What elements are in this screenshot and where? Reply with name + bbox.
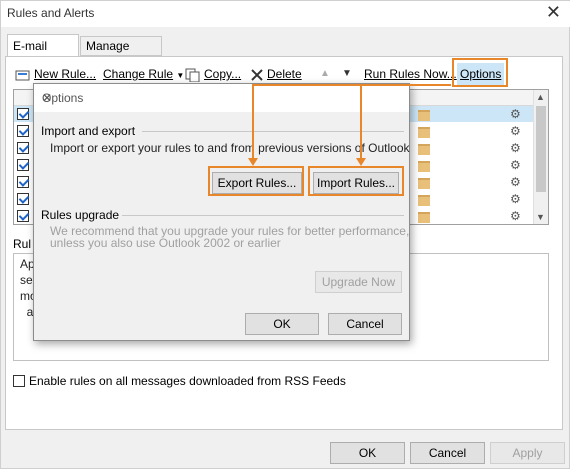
rule-checkbox[interactable] xyxy=(17,176,29,188)
run-rules-now-label: Run Rules Now... xyxy=(364,67,457,81)
folder-icon xyxy=(418,161,430,172)
window-title: Rules and Alerts xyxy=(7,6,95,20)
rule-actions-icon: ⚙ xyxy=(510,192,521,206)
upgrade-now-button[interactable]: Upgrade Now xyxy=(315,271,402,293)
options-cancel-button[interactable]: Cancel xyxy=(328,313,402,335)
rules-list-scrollbar[interactable]: ▲ ▼ xyxy=(533,90,548,224)
copy-icon xyxy=(185,68,200,82)
copy-button[interactable]: Copy... xyxy=(185,65,241,83)
folder-icon xyxy=(418,178,430,189)
cancel-button[interactable]: Cancel xyxy=(410,442,485,464)
delete-button[interactable]: Delete xyxy=(250,65,302,83)
folder-icon xyxy=(418,212,430,223)
rule-description-label: Rul xyxy=(13,237,32,251)
new-rule-label: New Rule... xyxy=(34,67,97,81)
new-rule-icon xyxy=(15,70,30,81)
scroll-down-icon[interactable]: ▼ xyxy=(536,212,545,222)
change-rule-button[interactable]: Change Rule ▼ xyxy=(103,65,184,83)
rule-checkbox[interactable] xyxy=(17,210,29,222)
dropdown-arrow-icon: ▼ xyxy=(176,71,185,80)
scrollbar-thumb[interactable] xyxy=(536,106,546,192)
import-highlight xyxy=(308,166,404,196)
close-icon[interactable]: ✕ xyxy=(42,91,400,105)
rule-checkbox[interactable] xyxy=(17,108,29,120)
delete-label: Delete xyxy=(267,67,302,81)
options-ok-button[interactable]: OK xyxy=(245,313,319,335)
rule-checkbox[interactable] xyxy=(17,193,29,205)
rule-checkbox[interactable] xyxy=(17,142,29,154)
folder-icon xyxy=(418,110,430,121)
import-export-heading: Import and export xyxy=(41,124,136,138)
rule-actions-icon: ⚙ xyxy=(510,124,521,138)
rule-actions-icon: ⚙ xyxy=(510,209,521,223)
rule-actions-icon: ⚙ xyxy=(510,107,521,121)
new-rule-button[interactable]: New Rule... xyxy=(15,65,96,83)
section-divider xyxy=(122,215,404,216)
rss-rules-option[interactable]: Enable rules on all messages downloaded … xyxy=(13,374,346,388)
title-bar: Rules and Alerts ✕ xyxy=(1,1,570,27)
tab-email-rules[interactable]: E-mail Rules xyxy=(7,34,79,75)
folder-icon xyxy=(418,127,430,138)
move-up-icon[interactable]: ▲ xyxy=(320,65,330,83)
export-highlight xyxy=(208,166,304,196)
rule-checkbox[interactable] xyxy=(17,159,29,171)
move-down-icon[interactable]: ▼ xyxy=(342,65,352,83)
apply-button[interactable]: Apply xyxy=(490,442,565,464)
rule-actions-icon: ⚙ xyxy=(510,141,521,155)
folder-icon xyxy=(418,195,430,206)
rule-actions-icon: ⚙ xyxy=(510,158,521,172)
ok-button[interactable]: OK xyxy=(330,442,405,464)
rule-checkbox[interactable] xyxy=(17,125,29,137)
run-rules-now-button[interactable]: Run Rules Now... xyxy=(364,65,457,83)
copy-label: Copy... xyxy=(204,67,242,81)
rss-rules-label: Enable rules on all messages downloaded … xyxy=(29,374,346,388)
rules-and-alerts-window: Rules and Alerts ✕ E-mail Rules Manage A… xyxy=(0,0,570,469)
options-highlight xyxy=(452,58,508,87)
rss-rules-checkbox[interactable] xyxy=(13,375,25,387)
import-export-text: Import or export your rules to and from … xyxy=(50,141,410,155)
options-dialog: Options ✕ Import and export Import or ex… xyxy=(33,83,410,341)
rules-upgrade-heading: Rules upgrade xyxy=(41,208,120,222)
folder-icon xyxy=(418,144,430,155)
close-icon[interactable]: ✕ xyxy=(546,2,561,23)
change-rule-label: Change Rule xyxy=(103,67,174,81)
options-dialog-titlebar: Options ✕ xyxy=(34,84,409,112)
scroll-up-icon[interactable]: ▲ xyxy=(536,92,545,102)
delete-icon xyxy=(251,69,263,81)
rule-actions-icon: ⚙ xyxy=(510,175,521,189)
section-divider xyxy=(142,131,404,132)
upgrade-text-line-2: unless you also use Outlook 2002 or earl… xyxy=(50,236,281,250)
tab-manage-alerts[interactable]: Manage Alerts xyxy=(80,36,162,72)
